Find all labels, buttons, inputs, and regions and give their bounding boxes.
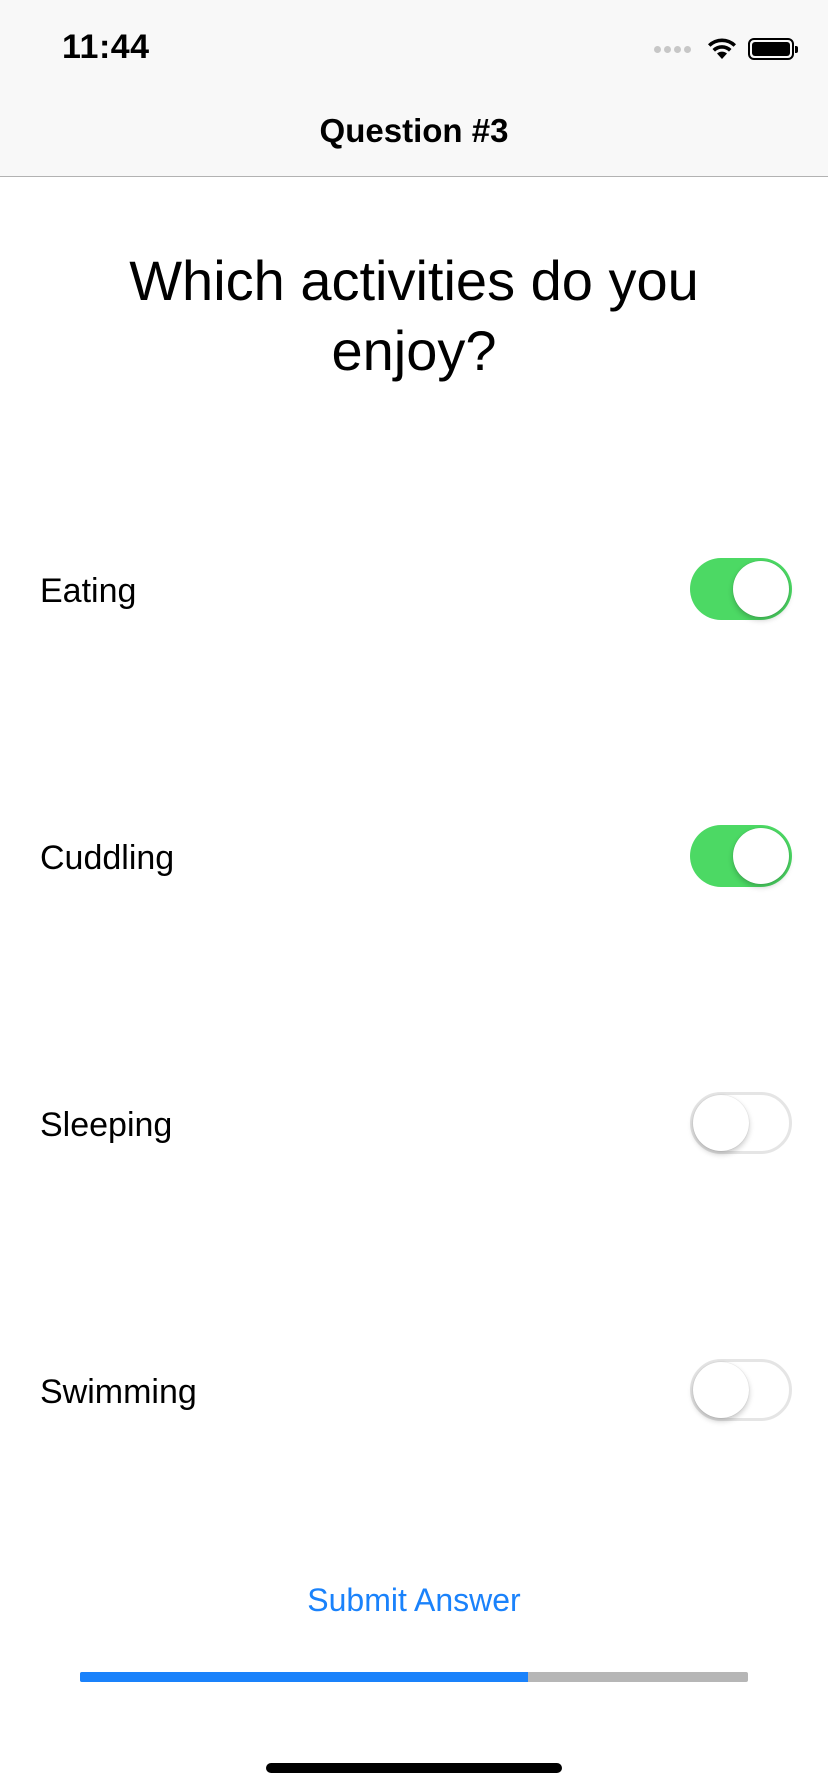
toggle-knob: [733, 561, 789, 617]
home-indicator[interactable]: [266, 1763, 562, 1773]
cuddling-toggle[interactable]: [690, 825, 792, 887]
page-title: Question #3: [319, 112, 509, 149]
toggle-knob: [693, 1362, 749, 1418]
option-label: Cuddling: [40, 839, 175, 877]
progress-bar-fill: [80, 1672, 528, 1682]
toggle-knob: [733, 828, 789, 884]
option-label: Eating: [40, 572, 137, 610]
question-text: Which activities do you enjoy?: [129, 249, 699, 382]
sleeping-toggle[interactable]: [690, 1092, 792, 1154]
battery-icon: [748, 38, 798, 60]
option-row-swimming: Swimming: [0, 1359, 828, 1423]
eating-toggle[interactable]: [690, 558, 792, 620]
status-icons: [654, 34, 798, 64]
app-screen: 11:44 Question #3 Which activities do yo…: [0, 0, 828, 1792]
option-label: Sleeping: [40, 1106, 173, 1144]
swimming-toggle[interactable]: [690, 1359, 792, 1421]
option-row-eating: Eating: [0, 558, 828, 622]
submit-answer-button[interactable]: Submit Answer: [0, 1582, 828, 1619]
option-row-cuddling: Cuddling: [0, 825, 828, 889]
progress-bar: [80, 1672, 748, 1682]
cellular-signal-icon: [654, 45, 694, 53]
status-time: 11:44: [62, 28, 150, 66]
toggle-knob: [693, 1095, 749, 1151]
option-label: Swimming: [40, 1373, 197, 1411]
wifi-icon: [708, 38, 736, 59]
navigation-bar: 11:44 Question #3: [0, 0, 828, 177]
option-row-sleeping: Sleeping: [0, 1092, 828, 1156]
